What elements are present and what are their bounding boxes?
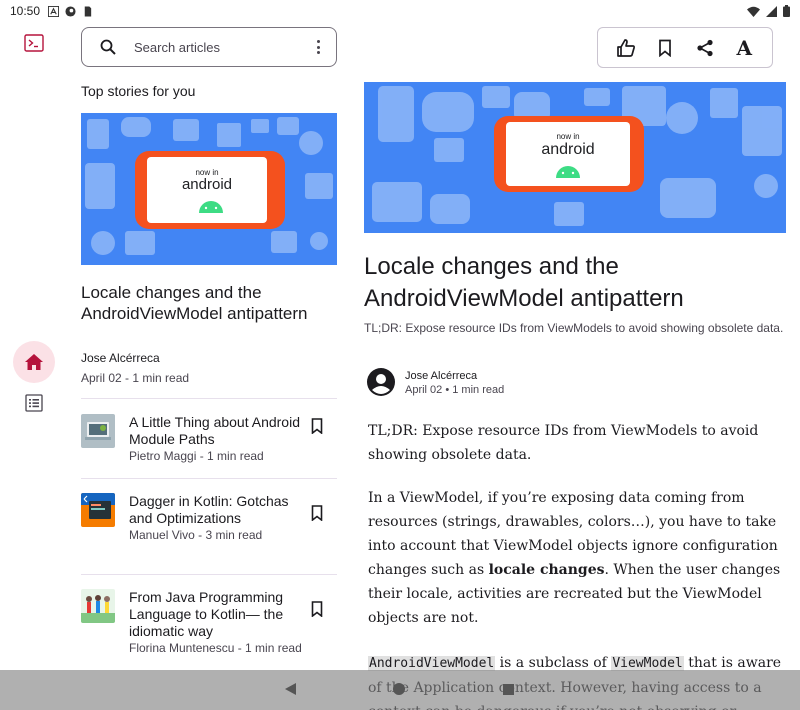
bookmark-icon[interactable] — [309, 418, 325, 434]
now-in-android-banner: now in android — [81, 113, 337, 265]
inline-code: AndroidViewModel — [368, 656, 496, 671]
divider — [81, 574, 337, 575]
battery-icon — [783, 5, 790, 17]
article-thumbnail — [81, 414, 115, 448]
list-item-title: A Little Thing about Android Module Path… — [129, 414, 300, 447]
hero-image[interactable]: now in android — [81, 113, 337, 265]
detail-header-image: now in android — [364, 82, 786, 233]
sim-card-icon — [84, 5, 92, 17]
status-time: 10:50 — [10, 4, 41, 18]
divider — [81, 398, 337, 399]
list-item[interactable]: A Little Thing about Android Module Path… — [81, 414, 337, 464]
share-icon — [697, 39, 713, 56]
share-button[interactable] — [694, 37, 716, 59]
thumb-up-icon — [616, 38, 635, 57]
nav-rail-interests-list-icon[interactable] — [25, 394, 43, 412]
list-item-meta: Florina Muntenescu - 1 min read — [129, 641, 302, 655]
terminal-logo-icon — [24, 34, 44, 52]
section-title: Top stories for you — [81, 83, 196, 99]
list-item-meta: Pietro Maggi - 1 min read — [129, 449, 264, 463]
banner-text-small: now in — [556, 132, 579, 141]
article-thumbnail — [81, 493, 115, 527]
back-icon[interactable] — [285, 683, 296, 695]
divider — [81, 478, 337, 479]
list-item[interactable]: Dagger in Kotlin: Gotchas and Optimizati… — [81, 493, 337, 559]
nav-rail-for-you[interactable] — [13, 341, 55, 383]
paragraph-bold-text: locale changes — [488, 562, 605, 578]
list-item-meta: Manuel Vivo - 3 min read — [129, 528, 263, 542]
circle-app-icon — [65, 5, 76, 17]
recents-icon[interactable] — [503, 684, 514, 695]
article-meta: April 02 • 1 min read — [405, 384, 505, 396]
banner-text-large: android — [182, 176, 232, 193]
list-item-title: From Java Programming Language to Kotlin… — [129, 589, 284, 639]
article-paragraph: TL;DR: Expose resource IDs from ViewMode… — [368, 423, 759, 463]
author-avatar-icon — [367, 368, 395, 396]
hero-article-author: Jose Alcérreca — [81, 351, 160, 365]
a-icon — [48, 5, 60, 17]
home-nav-icon[interactable] — [393, 683, 405, 695]
paragraph-text: is a subclass of — [495, 655, 612, 671]
bookmark-icon[interactable] — [309, 505, 325, 521]
search-input[interactable]: Search articles — [134, 40, 310, 55]
list-item[interactable]: From Java Programming Language to Kotlin… — [81, 589, 337, 669]
article-subtitle: TL;DR: Expose resource IDs from ViewMode… — [364, 321, 784, 335]
text-format-button[interactable]: A — [733, 35, 755, 60]
signal-icon — [766, 5, 777, 17]
now-in-android-banner: now in android — [364, 82, 786, 233]
like-button[interactable] — [615, 37, 637, 59]
article-action-bar: A — [597, 27, 773, 68]
wifi-icon — [747, 6, 760, 17]
list-item-title: Dagger in Kotlin: Gotchas and Optimizati… — [129, 493, 289, 526]
bookmark-button[interactable] — [654, 37, 676, 59]
more-options-icon[interactable] — [310, 38, 326, 56]
hero-article-meta: April 02 - 1 min read — [81, 371, 190, 385]
bookmark-icon[interactable] — [309, 601, 325, 617]
inline-code: ViewModel — [611, 656, 684, 671]
status-bar: 10:50 — [0, 0, 800, 22]
home-icon — [25, 354, 43, 370]
search-icon — [100, 39, 116, 55]
bookmark-icon — [659, 39, 672, 57]
article-author: Jose Alcérreca — [405, 370, 478, 382]
banner-text-large: android — [541, 141, 594, 158]
article-paragraph: In a ViewModel, if you’re exposing data … — [368, 486, 786, 630]
search-bar[interactable]: Search articles — [81, 27, 337, 67]
text-format-icon: A — [736, 35, 753, 60]
hero-article-title[interactable]: Locale changes and the AndroidViewModel … — [81, 282, 337, 324]
article-title: Locale changes and the AndroidViewModel … — [364, 253, 684, 312]
article-thumbnail — [81, 589, 115, 623]
